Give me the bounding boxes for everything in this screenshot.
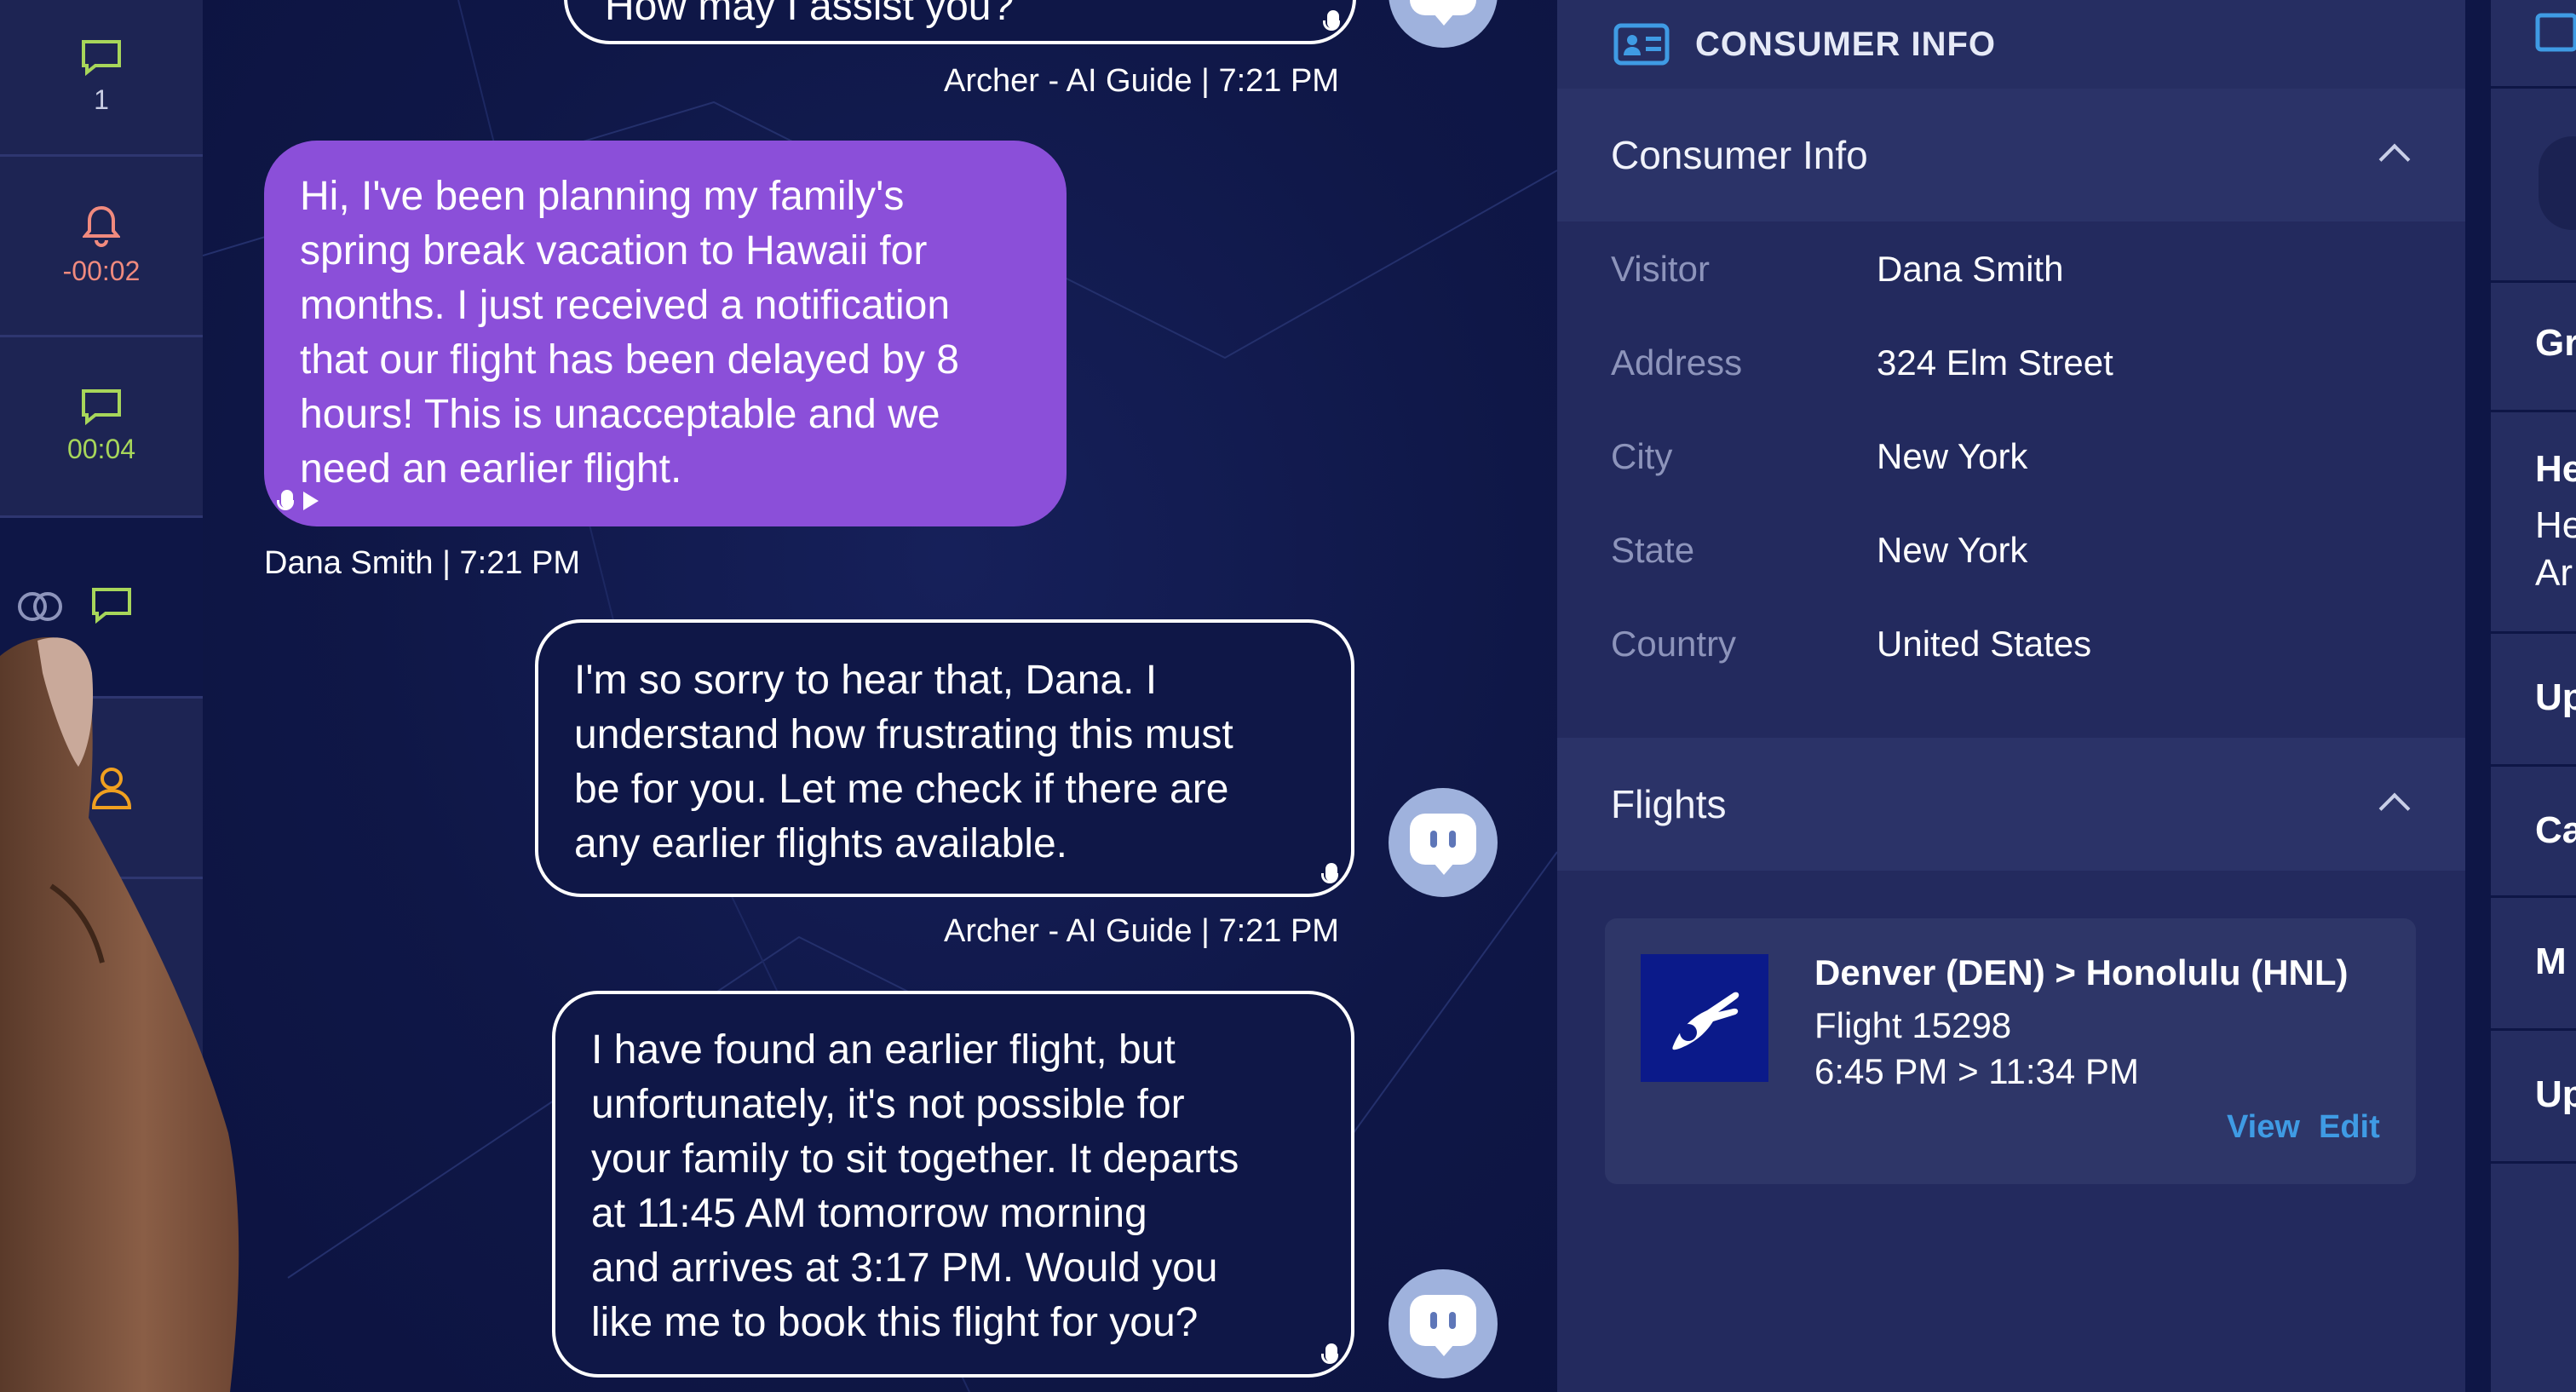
- user-icon: [90, 765, 133, 815]
- message-meta: Archer - AI Guide | 7:21 PM: [944, 63, 1339, 99]
- message-line: that our flight has been delayed by 8: [300, 337, 959, 383]
- agent-message-bubble: How may I assist you?: [564, 0, 1356, 44]
- panel-header: CONSUMER INFO: [1557, 0, 2465, 89]
- agent-message-bubble: I have found an earlier flight, but unfo…: [552, 991, 1354, 1378]
- right-panel-edge: Gr He He Ar Up Ca M Up: [2465, 0, 2576, 1392]
- strip-item-label: Up: [2535, 676, 2576, 718]
- message-line: any earlier flights available.: [574, 821, 1067, 866]
- strip-header: [2491, 0, 2576, 89]
- field-label: Country: [1611, 624, 1737, 664]
- strip-item-label: M: [2535, 940, 2567, 982]
- message-line: like me to book this flight for you?: [591, 1300, 1199, 1345]
- flight-card: Denver (DEN) > Honolulu (HNL) Flight 152…: [1605, 918, 2416, 1184]
- agent-message-bubble: I'm so sorry to hear that, Dana. I under…: [535, 619, 1354, 897]
- rail-timer: 00:04: [66, 434, 136, 464]
- message-text: How may I assist you?: [605, 0, 1015, 29]
- rail-timer: -00:02: [62, 256, 141, 286]
- field-label: Visitor: [1611, 249, 1710, 289]
- microphone-icon[interactable]: [277, 490, 294, 510]
- field-value: New York: [1877, 530, 2028, 570]
- rail-empty-slot: [0, 879, 203, 1060]
- section-title: Flights: [1611, 782, 1727, 826]
- strip-search-row: [2491, 89, 2576, 283]
- message-line: be for you. Let me check if there are: [574, 767, 1229, 812]
- rail-session-3[interactable]: 00:04: [0, 337, 203, 518]
- flights-section-header[interactable]: Flights: [1557, 738, 2465, 871]
- microphone-icon[interactable]: [1323, 10, 1340, 31]
- message-line: need an earlier flight.: [300, 446, 682, 492]
- field-value: Dana Smith: [1877, 249, 2064, 289]
- field-value: 324 Elm Street: [1877, 342, 2113, 383]
- message-meta: Archer - AI Guide | 7:21 PM: [944, 913, 1339, 949]
- field-value: New York: [1877, 436, 2028, 476]
- message-line: at 11:45 AM tomorrow morning: [591, 1191, 1147, 1236]
- flight-route: Denver (DEN) > Honolulu (HNL): [1814, 952, 2349, 992]
- consumer-info-section-header[interactable]: Consumer Info: [1557, 89, 2465, 221]
- play-icon[interactable]: [303, 492, 319, 510]
- message-line: I have found an earlier flight, but: [591, 1027, 1176, 1073]
- microphone-icon[interactable]: [1321, 863, 1338, 883]
- strip-item-label: Gr: [2535, 322, 2576, 364]
- airline-logo: [1641, 954, 1768, 1082]
- strip-item-label: Ar: [2535, 552, 2573, 594]
- message-line: your family to sit together. It departs: [591, 1136, 1239, 1182]
- ai-guide-avatar: [1389, 788, 1498, 897]
- field-value: United States: [1877, 624, 2092, 664]
- panel-title: CONSUMER INFO: [1695, 25, 1996, 63]
- message-line: hours! This is unacceptable and we: [300, 392, 940, 437]
- message-line: I'm so sorry to hear that, Dana. I: [574, 658, 1158, 703]
- message-line: Hi, I've been planning my family's: [300, 174, 905, 219]
- chat-bubble-icon: [82, 389, 121, 425]
- right-panel-list: Gr He He Ar Up Ca M Up: [2491, 0, 2576, 1392]
- strip-item[interactable]: Up: [2491, 634, 2576, 767]
- strip-item-label: Ca: [2535, 809, 2576, 851]
- microphone-icon[interactable]: [1321, 1343, 1338, 1364]
- strip-item[interactable]: He He Ar: [2491, 412, 2576, 634]
- message-meta: Dana Smith | 7:21 PM: [264, 545, 581, 581]
- rail-count: 1: [94, 84, 109, 115]
- strip-item-label: Up: [2535, 1073, 2576, 1115]
- field-label: City: [1611, 436, 1673, 476]
- chevron-up-icon[interactable]: [2378, 143, 2411, 175]
- user-message-bubble: Hi, I've been planning my family's sprin…: [264, 141, 1067, 526]
- chat-bubble-icon: [90, 586, 133, 628]
- strip-item-label: He: [2535, 504, 2576, 546]
- rail-session-1[interactable]: 1: [0, 0, 203, 157]
- field-label: Address: [1611, 342, 1743, 383]
- flight-times: 6:45 PM > 11:34 PM: [1814, 1051, 2139, 1091]
- rail-session-4[interactable]: [0, 518, 203, 699]
- message-line: spring break vacation to Hawaii for: [300, 228, 928, 273]
- message-line: and arrives at 3:17 PM. Would you: [591, 1245, 1218, 1291]
- section-title: Consumer Info: [1611, 133, 1868, 177]
- id-card-icon: [1613, 23, 1670, 66]
- strip-item[interactable]: Up: [2491, 1031, 2576, 1164]
- strip-item[interactable]: M: [2491, 898, 2576, 1031]
- rail-session-2[interactable]: -00:02: [0, 157, 203, 337]
- message-line: months. I just received a notification: [300, 283, 951, 328]
- search-field-edge[interactable]: [2539, 136, 2576, 230]
- chat-transcript: How may I assist you? Archer - AI Guide …: [203, 0, 1557, 1392]
- strip-item-label: He: [2535, 448, 2576, 490]
- message-line: unfortunately, it's not possible for: [591, 1082, 1185, 1127]
- edit-flight-link[interactable]: Edit: [2319, 1109, 2380, 1146]
- ai-guide-avatar: [1389, 1269, 1498, 1378]
- rail-session-5[interactable]: [0, 699, 203, 879]
- link-rings-icon: [15, 590, 65, 628]
- strip-item[interactable]: Gr: [2491, 283, 2576, 412]
- flight-number: Flight 15298: [1814, 1005, 2012, 1045]
- message-line: understand how frustrating this must: [574, 712, 1233, 757]
- bell-icon: [83, 205, 120, 247]
- field-label: State: [1611, 530, 1695, 570]
- view-flight-link[interactable]: View: [2227, 1109, 2300, 1146]
- book-icon: [2535, 13, 2576, 52]
- strip-item[interactable]: Ca: [2491, 767, 2576, 898]
- chevron-up-icon[interactable]: [2378, 792, 2411, 825]
- consumer-info-panel: CONSUMER INFO Consumer Info Visitor Dana…: [1557, 0, 2465, 1392]
- chat-bubble-icon: [82, 40, 121, 76]
- session-rail: 1 -00:02 00:04: [0, 0, 203, 1392]
